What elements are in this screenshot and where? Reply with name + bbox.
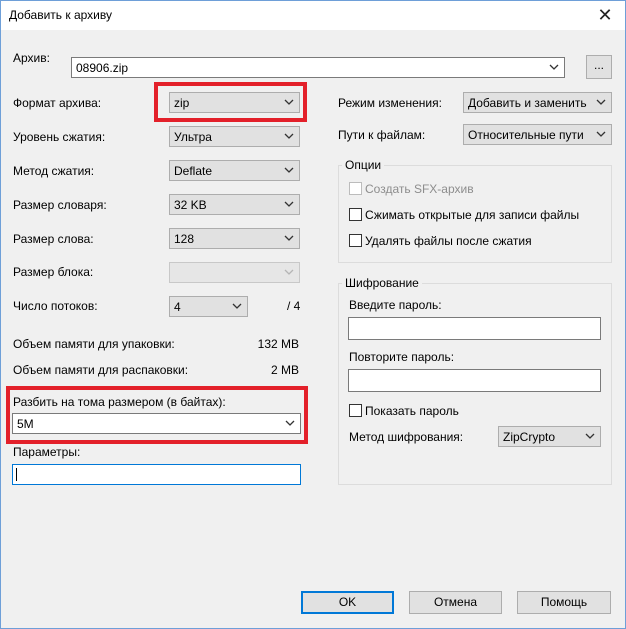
password-label: Введите пароль:: [349, 298, 442, 312]
format-label: Формат архива:: [13, 96, 102, 110]
repeat-password-input[interactable]: [348, 369, 601, 392]
format-highlight-box: [154, 82, 307, 122]
text-caret: [16, 468, 17, 481]
chevron-down-icon: [596, 99, 606, 105]
mem-pack-label: Объем памяти для упаковки:: [13, 337, 175, 351]
params-input[interactable]: [12, 464, 301, 485]
path-mode-value: Относительные пути: [468, 128, 584, 142]
chevron-down-icon: [585, 433, 595, 439]
method-value: Deflate: [174, 164, 213, 178]
word-label: Размер слова:: [13, 232, 94, 246]
chevron-down-icon: [232, 303, 242, 309]
threads-combo[interactable]: 4: [169, 296, 248, 317]
split-highlight-box: [6, 386, 308, 444]
threads-value: 4: [174, 300, 181, 314]
word-value: 128: [174, 232, 195, 246]
encryption-group-title: Шифрование: [342, 276, 422, 290]
close-icon[interactable]: ✕: [595, 5, 615, 25]
archive-path-combo[interactable]: 08906.zip: [71, 57, 565, 78]
update-mode-combo[interactable]: Добавить и заменить: [463, 92, 612, 113]
dict-value: 32 KB: [174, 198, 207, 212]
title-bar: Добавить к архиву ✕: [1, 1, 625, 30]
ok-button[interactable]: OK: [301, 591, 394, 614]
chevron-down-icon: [596, 131, 606, 137]
chevron-down-icon: [284, 167, 294, 173]
add-to-archive-dialog: Добавить к архиву ✕ Архив: 08906.zip ...…: [0, 0, 626, 629]
sfx-checkbox: [349, 182, 362, 195]
chevron-down-icon: [549, 64, 559, 70]
show-password-checkbox[interactable]: [349, 404, 362, 417]
browse-button[interactable]: ...: [586, 55, 612, 79]
word-combo[interactable]: 128: [169, 228, 300, 249]
password-input[interactable]: [348, 317, 601, 340]
method-label: Метод сжатия:: [13, 164, 95, 178]
dict-combo[interactable]: 32 KB: [169, 194, 300, 215]
chevron-down-icon: [284, 269, 294, 275]
compress-shared-label[interactable]: Сжимать открытые для записи файлы: [365, 208, 579, 222]
block-label: Размер блока:: [13, 265, 94, 279]
path-mode-combo[interactable]: Относительные пути: [463, 124, 612, 145]
window-title: Добавить к архиву: [9, 8, 112, 22]
path-mode-label: Пути к файлам:: [338, 128, 426, 142]
update-mode-value: Добавить и заменить: [468, 96, 587, 110]
sfx-label: Создать SFX-архив: [365, 182, 474, 196]
encryption-method-combo[interactable]: ZipCrypto: [498, 426, 601, 447]
show-password-label[interactable]: Показать пароль: [365, 404, 459, 418]
chevron-down-icon: [284, 133, 294, 139]
encryption-method-label: Метод шифрования:: [349, 430, 464, 444]
archive-label: Архив:: [13, 51, 50, 65]
level-value: Ультра: [174, 130, 212, 144]
block-combo: [169, 262, 300, 283]
delete-after-label[interactable]: Удалять файлы после сжатия: [365, 234, 532, 248]
chevron-down-icon: [284, 201, 294, 207]
method-combo[interactable]: Deflate: [169, 160, 300, 181]
chevron-down-icon: [284, 235, 294, 241]
cancel-button[interactable]: Отмена: [409, 591, 502, 614]
level-label: Уровень сжатия:: [13, 130, 106, 144]
help-button[interactable]: Помощь: [517, 591, 611, 614]
level-combo[interactable]: Ультра: [169, 126, 300, 147]
threads-label: Число потоков:: [13, 299, 98, 313]
compress-shared-checkbox[interactable]: [349, 208, 362, 221]
options-group-title: Опции: [342, 158, 385, 172]
repeat-password-label: Повторите пароль:: [349, 350, 455, 364]
dict-label: Размер словаря:: [13, 198, 107, 212]
mem-unpack-label: Объем памяти для распаковки:: [13, 363, 189, 377]
delete-after-checkbox[interactable]: [349, 234, 362, 247]
params-label: Параметры:: [13, 445, 81, 459]
mem-pack-value: 132 MB: [257, 337, 299, 351]
encryption-method-value: ZipCrypto: [503, 430, 556, 444]
archive-path-value: 08906.zip: [76, 61, 129, 75]
update-mode-label: Режим изменения:: [338, 96, 442, 110]
mem-unpack-value: 2 MB: [270, 363, 299, 377]
threads-total: / 4: [287, 299, 301, 313]
